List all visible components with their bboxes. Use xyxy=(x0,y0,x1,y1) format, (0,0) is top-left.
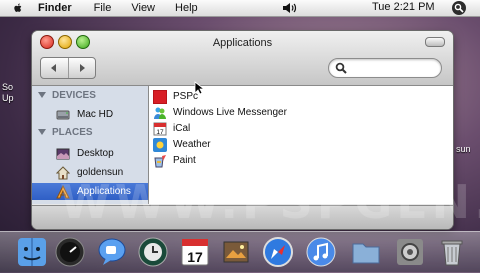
pspc-app-icon xyxy=(153,89,167,104)
weather-icon xyxy=(153,137,167,152)
disclosure-down-icon xyxy=(38,92,46,99)
sidebar-item-mac-hd[interactable]: Mac HD xyxy=(32,106,148,123)
menu-bar: Finder File View Help Tue 2:21 PM xyxy=(0,0,480,17)
watermark: WWW.PSPGEN.COM xyxy=(60,175,480,229)
search-input[interactable] xyxy=(328,58,442,78)
list-item-label: Windows Live Messenger xyxy=(173,107,287,118)
disclosure-down-icon xyxy=(38,129,46,136)
desktop-label-right: sun xyxy=(456,144,471,154)
spotlight-icon[interactable] xyxy=(452,1,466,15)
sidebar-item-label: Desktop xyxy=(77,148,114,159)
sidebar-item-label: Mac HD xyxy=(77,109,114,120)
mouse-cursor-icon xyxy=(194,81,204,95)
svg-text:17: 17 xyxy=(156,129,164,136)
ical-icon: 17 xyxy=(153,122,167,136)
trash-icon[interactable] xyxy=(436,236,468,268)
window-toolbar: Applications xyxy=(32,31,453,86)
desktop-label-left-2: Up xyxy=(2,93,14,103)
sidebar-section-devices[interactable]: DEVICES xyxy=(38,90,96,101)
window-title: Applications xyxy=(212,37,273,49)
svg-text:17: 17 xyxy=(187,249,203,265)
list-item-ical[interactable]: 17 iCal xyxy=(153,121,190,136)
itunes-icon[interactable] xyxy=(305,236,337,268)
menu-help[interactable]: Help xyxy=(175,2,198,14)
folder-icon[interactable] xyxy=(350,236,382,268)
list-item-label: Paint xyxy=(173,155,196,166)
system-preferences-icon[interactable] xyxy=(394,236,426,268)
list-item-weather[interactable]: Weather xyxy=(153,137,211,152)
toolbar-toggle-button[interactable] xyxy=(425,37,445,47)
sidebar-item-desktop[interactable]: Desktop xyxy=(32,145,148,162)
nav-buttons xyxy=(40,57,96,79)
list-item-pspc[interactable]: PSPc xyxy=(153,89,198,104)
time-machine-icon[interactable] xyxy=(137,236,169,268)
ical-dock-icon[interactable]: 17 xyxy=(179,236,211,268)
ichat-icon[interactable] xyxy=(96,236,128,268)
menu-clock[interactable]: Tue 2:21 PM xyxy=(372,1,435,13)
sidebar-section-places[interactable]: PLACES xyxy=(38,127,93,138)
safari-icon[interactable] xyxy=(262,236,294,268)
dashboard-icon[interactable] xyxy=(54,236,86,268)
list-item-paint[interactable]: Paint xyxy=(153,153,196,168)
messenger-icon xyxy=(154,107,166,119)
menu-view[interactable]: View xyxy=(131,2,155,14)
back-arrow-icon xyxy=(51,64,57,72)
paint-icon xyxy=(154,154,166,167)
forward-arrow-icon xyxy=(79,64,85,72)
hard-drive-icon xyxy=(56,110,70,119)
list-item-label: Weather xyxy=(173,139,211,150)
forward-button[interactable] xyxy=(67,58,96,78)
menu-finder[interactable]: Finder xyxy=(38,2,72,14)
back-button[interactable] xyxy=(41,58,68,78)
list-item-messenger[interactable]: Windows Live Messenger xyxy=(153,105,287,120)
finder-icon[interactable] xyxy=(16,236,48,268)
menu-file[interactable]: File xyxy=(94,2,112,14)
list-item-label: iCal xyxy=(173,123,191,134)
desktop-label-left-1: So xyxy=(2,82,14,92)
apple-menu-icon[interactable] xyxy=(12,2,24,14)
search-icon xyxy=(335,62,347,74)
iphoto-icon[interactable] xyxy=(220,236,252,268)
volume-icon[interactable] xyxy=(282,2,298,14)
dock: 17 xyxy=(0,231,480,273)
desktop-icon xyxy=(56,148,70,159)
